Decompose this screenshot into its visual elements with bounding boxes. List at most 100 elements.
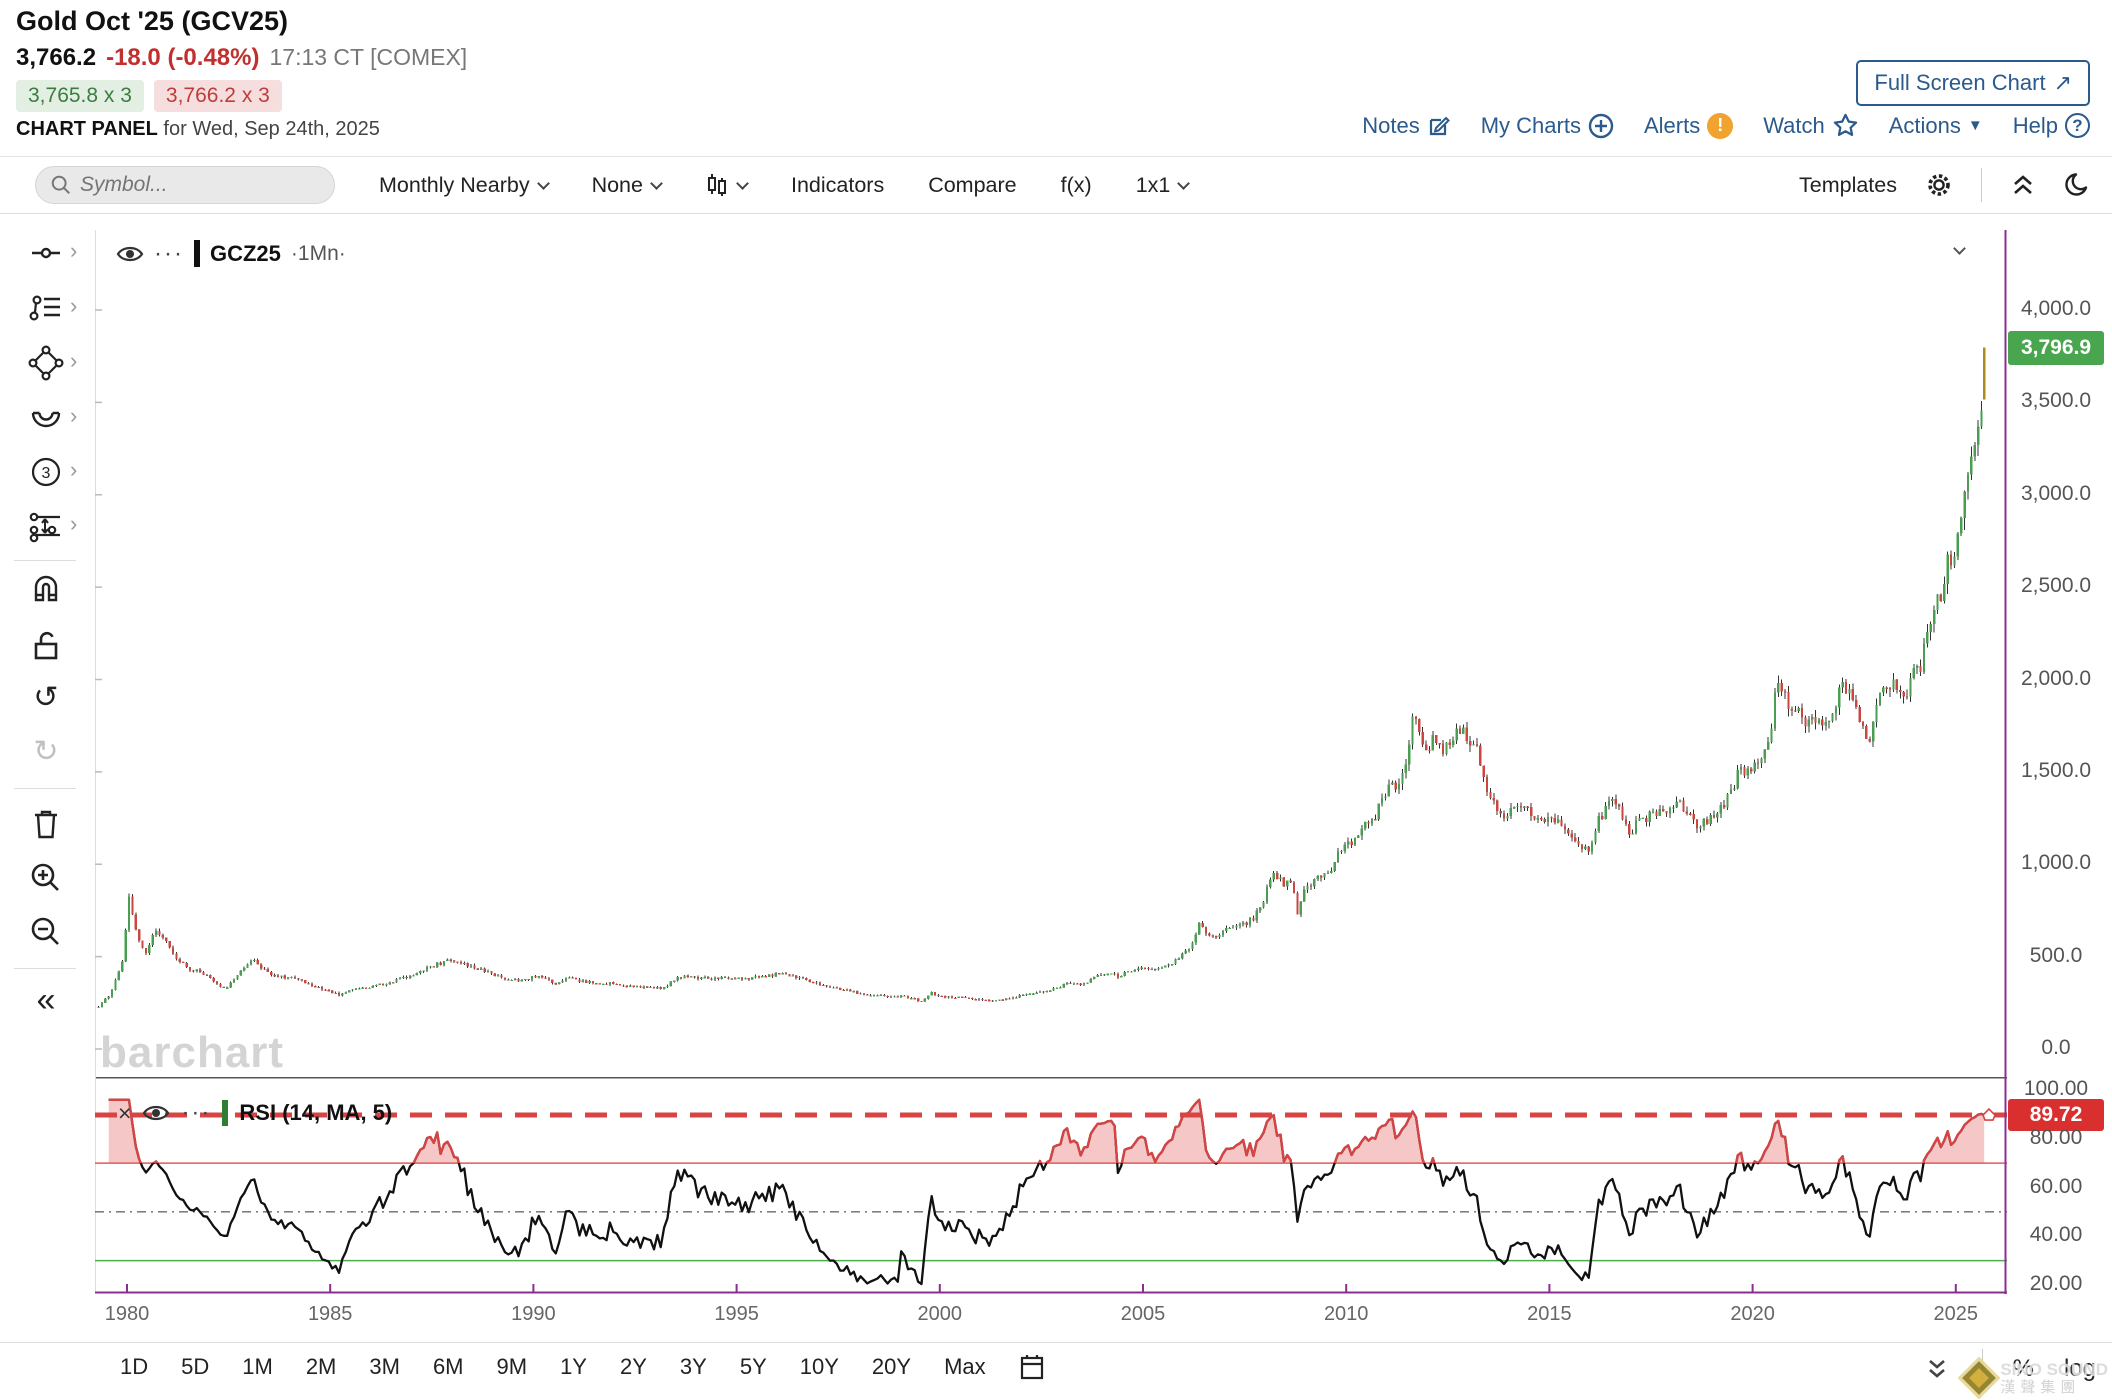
my-charts-label: My Charts [1481, 113, 1581, 139]
redo-button[interactable]: ↻ [26, 732, 66, 772]
range-button-2y[interactable]: 2Y [620, 1354, 647, 1380]
range-button-3m[interactable]: 3M [369, 1354, 400, 1380]
dark-mode-moon-icon[interactable] [2064, 171, 2092, 199]
trendline-expand-chevron[interactable]: › [70, 238, 86, 264]
notes-icon [1427, 114, 1451, 138]
notes-label: Notes [1362, 113, 1419, 139]
range-button-9m[interactable]: 9M [497, 1354, 528, 1380]
compare-button[interactable]: Compare [928, 173, 1016, 198]
barchart-chart-page: Gold Oct '25 (GCV25) 3,766.2 -18.0 (-0.4… [0, 0, 2112, 1400]
sidebar-divider [14, 560, 76, 561]
delete-drawings-button[interactable] [26, 804, 66, 844]
time-axis-label: 1985 [308, 1303, 353, 1326]
help-link[interactable]: Help ? [2013, 113, 2090, 139]
range-button-max[interactable]: Max [944, 1354, 986, 1380]
gear-icon[interactable] [1925, 171, 1953, 199]
time-axis-label: 2000 [918, 1303, 963, 1326]
calendar-icon[interactable] [1019, 1353, 1045, 1381]
arc-expand-chevron[interactable]: › [70, 403, 86, 429]
help-label: Help [2013, 113, 2058, 139]
rsi-label: RSI (14, MA, 5) [239, 1100, 392, 1126]
arc-tool-button[interactable] [26, 398, 66, 438]
range-button-2m[interactable]: 2M [306, 1354, 337, 1380]
full-screen-chart-label: Full Screen Chart [1874, 70, 2045, 96]
arc-icon [28, 400, 64, 436]
sidebar-divider [14, 788, 76, 789]
barchart-watermark: barchart [100, 1028, 284, 1078]
bottom-right-controls: % log [1922, 1349, 2096, 1389]
fx-button[interactable]: f(x) [1061, 173, 1092, 198]
templates-button[interactable]: Templates [1799, 173, 1897, 198]
elliott-wave-expand-chevron[interactable]: › [70, 457, 86, 483]
plus-circle-icon [1588, 113, 1614, 139]
frequency-dropdown[interactable]: Monthly Nearby [379, 173, 548, 198]
time-axis-label: 1995 [714, 1303, 759, 1326]
time-axis-label: 1990 [511, 1303, 556, 1326]
zoom-out-button[interactable] [26, 912, 66, 952]
log-scale-button[interactable]: log [2064, 1355, 2096, 1383]
visibility-eye-icon[interactable] [116, 243, 144, 265]
collapse-up-icon[interactable] [2010, 172, 2036, 198]
zoom-out-icon [29, 915, 63, 949]
elliott-wave-tool-button[interactable]: 3 [26, 452, 66, 492]
shapes-tool-button[interactable] [26, 343, 66, 383]
search-icon [50, 174, 72, 196]
notes-link[interactable]: Notes [1362, 113, 1450, 139]
measurement-expand-chevron[interactable]: › [70, 511, 86, 537]
expand-down-icon[interactable] [1922, 1353, 1952, 1385]
shapes-icon [28, 345, 64, 381]
rsi-axis-label: 60.00 [2008, 1175, 2104, 1199]
undo-icon: ↺ [33, 683, 58, 713]
range-button-10y[interactable]: 10Y [800, 1354, 839, 1380]
actions-label: Actions [1889, 113, 1961, 139]
range-button-5d[interactable]: 5D [181, 1354, 209, 1380]
range-button-1m[interactable]: 1M [242, 1354, 273, 1380]
range-button-20y[interactable]: 20Y [872, 1354, 911, 1380]
price-chart-pane[interactable] [95, 230, 2007, 1077]
shapes-expand-chevron[interactable]: › [70, 348, 86, 374]
rsi-close-icon[interactable]: × [118, 1102, 131, 1125]
my-charts-link[interactable]: My Charts [1481, 113, 1614, 139]
toolbar-divider [1981, 168, 1982, 202]
price-axis-label: 1,000.0 [2008, 851, 2104, 875]
series-menu-icon[interactable]: ··· [154, 248, 184, 260]
tools-dropdown[interactable]: None [592, 173, 661, 198]
price-change: -18.0 (-0.48%) [106, 44, 259, 72]
watch-label: Watch [1763, 113, 1825, 139]
magnet-mode-button[interactable] [26, 572, 66, 612]
range-button-3y[interactable]: 3Y [680, 1354, 707, 1380]
full-screen-chart-button[interactable]: Full Screen Chart ↗ [1856, 60, 2090, 106]
rsi-menu-icon[interactable]: ··· [181, 1107, 211, 1119]
range-button-1d[interactable]: 1D [120, 1354, 148, 1380]
rsi-legend-row: × ··· RSI (14, MA, 5) [118, 1100, 392, 1126]
price-axis-label: 1,500.0 [2008, 759, 2104, 783]
symbol-search[interactable] [35, 166, 335, 204]
indicators-button[interactable]: Indicators [791, 173, 884, 198]
undo-button[interactable]: ↺ [26, 678, 66, 718]
page-title: Gold Oct '25 (GCV25) [16, 6, 288, 37]
header-links: Notes My Charts Alerts ! Watch Actions ▼… [1362, 112, 2090, 139]
measurement-tool-button[interactable] [26, 506, 66, 546]
zoom-in-button[interactable] [26, 858, 66, 898]
rsi-axis-label: 40.00 [2008, 1223, 2104, 1247]
watch-link[interactable]: Watch [1763, 112, 1859, 139]
rsi-color-bar [222, 1100, 228, 1126]
range-button-1y[interactable]: 1Y [560, 1354, 587, 1380]
magnet-icon [28, 574, 64, 610]
price-axis-label: 3,000.0 [2008, 482, 2104, 506]
trendline-tool-button[interactable] [26, 233, 66, 273]
rsi-eye-icon[interactable] [142, 1102, 170, 1124]
chart-type-dropdown[interactable] [705, 172, 747, 198]
rsi-axis-label: 80.00 [2008, 1126, 2104, 1150]
percent-scale-button[interactable]: % [2013, 1355, 2034, 1383]
collapse-sidebar-button[interactable]: « [26, 980, 66, 1020]
alerts-link[interactable]: Alerts ! [1644, 113, 1733, 139]
grid-layout-dropdown[interactable]: 1x1 [1136, 173, 1189, 198]
range-button-6m[interactable]: 6M [433, 1354, 464, 1380]
range-button-5y[interactable]: 5Y [740, 1354, 767, 1380]
symbol-search-input[interactable] [80, 173, 310, 197]
annotation-list-expand-chevron[interactable]: › [70, 293, 86, 319]
actions-link[interactable]: Actions ▼ [1889, 113, 1983, 139]
annotation-list-tool-button[interactable] [26, 288, 66, 328]
lock-toggle-button[interactable] [26, 626, 66, 666]
